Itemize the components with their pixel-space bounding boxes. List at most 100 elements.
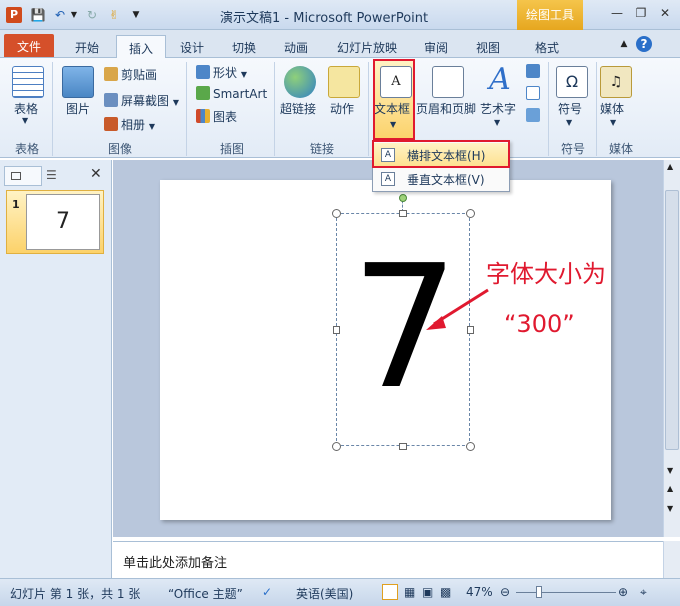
- zoom-slider[interactable]: [516, 592, 616, 593]
- slide-number-label: 1: [12, 198, 20, 211]
- chart-button[interactable]: 图表: [196, 108, 237, 125]
- smartart-label: SmartArt: [213, 87, 268, 101]
- scroll-thumb[interactable]: [665, 190, 679, 450]
- symbol-icon: Ω: [556, 66, 588, 98]
- powerpoint-app-icon[interactable]: P: [6, 7, 22, 23]
- group-separator: [274, 62, 275, 156]
- media-dropdown-icon[interactable]: ▼: [610, 118, 616, 127]
- horizontal-textbox-red-highlight: [372, 140, 510, 168]
- zoom-in-icon[interactable]: ⊕: [618, 585, 628, 599]
- table-dropdown-icon[interactable]: ▼: [22, 116, 28, 125]
- group-separator: [548, 62, 549, 156]
- header-footer-button[interactable]: 页眉和页脚: [416, 100, 476, 117]
- symbol-dropdown-icon[interactable]: ▼: [566, 118, 572, 127]
- customize-toolbar-icon[interactable]: ▼: [128, 7, 144, 23]
- shapes-dropdown-icon: ▼: [240, 70, 247, 79]
- resize-handle-ne[interactable]: [466, 209, 475, 218]
- group-separator: [186, 62, 187, 156]
- minimize-ribbon-icon[interactable]: ▲: [616, 36, 632, 52]
- smartart-button[interactable]: SmartArt: [196, 86, 267, 101]
- picture-icon: [62, 66, 94, 98]
- symbol-button[interactable]: 符号: [558, 100, 582, 117]
- wordart-dropdown-icon[interactable]: ▼: [494, 118, 500, 127]
- menu-item-vertical-textbox[interactable]: A 垂直文本框(V): [373, 167, 509, 191]
- normal-view-icon[interactable]: [382, 584, 398, 600]
- resize-handle-s[interactable]: [399, 443, 407, 450]
- resize-handle-se[interactable]: [466, 442, 475, 451]
- screenshot-label: 屏幕截图: [121, 94, 170, 108]
- restore-icon[interactable]: ❐: [630, 6, 652, 24]
- slides-tab[interactable]: [4, 166, 42, 186]
- fit-to-window-icon[interactable]: ⌖: [640, 585, 647, 600]
- album-icon: [104, 117, 118, 131]
- group-label-links: 链接: [309, 142, 334, 156]
- next-slide-icon[interactable]: ▼: [667, 504, 673, 513]
- scroll-down-icon[interactable]: ▼: [667, 466, 673, 475]
- tab-review[interactable]: 审阅: [414, 35, 458, 58]
- rotation-handle[interactable]: [399, 194, 407, 202]
- previous-slide-icon[interactable]: ▲: [667, 484, 673, 493]
- minimize-icon[interactable]: —: [606, 6, 628, 24]
- action-icon: [328, 66, 360, 98]
- resize-handle-nw[interactable]: [332, 209, 341, 218]
- resize-handle-n[interactable]: [399, 210, 407, 217]
- scroll-up-icon[interactable]: ▲: [667, 162, 673, 171]
- vertical-textbox-label: 垂直文本框(V): [407, 173, 485, 187]
- slide-number-icon: [526, 86, 540, 100]
- save-icon[interactable]: 💾: [30, 7, 46, 23]
- slide-count-status: 幻灯片 第 1 张，共 1 张: [10, 587, 141, 601]
- date-time-button[interactable]: [526, 64, 543, 79]
- shapes-button[interactable]: 形状 ▼: [196, 64, 247, 81]
- screenshot-button[interactable]: 屏幕截图 ▼: [104, 92, 179, 109]
- tab-animations[interactable]: 动画: [274, 35, 318, 58]
- album-button[interactable]: 相册 ▼: [104, 116, 155, 133]
- window-title: 演示文稿1 - Microsoft PowerPoint: [220, 11, 429, 26]
- group-label-illustrations: 插图: [219, 142, 244, 156]
- undo-dropdown-icon[interactable]: ▼: [66, 7, 82, 23]
- table-button[interactable]: 表格: [14, 100, 38, 117]
- annotation-arrow: [426, 288, 489, 330]
- group-separator: [596, 62, 597, 156]
- zoom-level[interactable]: 47%: [466, 585, 493, 599]
- chart-icon: [196, 109, 210, 123]
- tab-format[interactable]: 格式: [522, 35, 572, 58]
- spellcheck-icon[interactable]: ✓: [262, 585, 272, 599]
- group-separator: [52, 62, 53, 156]
- tab-transitions[interactable]: 切换: [222, 35, 266, 58]
- tab-home[interactable]: 开始: [62, 35, 112, 58]
- resize-handle-sw[interactable]: [332, 442, 341, 451]
- media-button[interactable]: 媒体: [600, 100, 624, 117]
- action-button[interactable]: 动作: [330, 100, 354, 117]
- object-button[interactable]: [526, 108, 543, 123]
- touch-mode-icon[interactable]: ✌: [106, 7, 122, 23]
- wordart-button[interactable]: 艺术字: [480, 100, 516, 117]
- clipart-button[interactable]: 剪贴画: [104, 66, 157, 83]
- notes-scrollbar[interactable]: [663, 541, 680, 578]
- slideshow-icon[interactable]: ▩: [440, 585, 451, 599]
- picture-button[interactable]: 图片: [66, 100, 90, 117]
- vertical-scrollbar[interactable]: ▲ ▼ ▲ ▼: [663, 160, 680, 537]
- outline-tab-icon[interactable]: ☰: [46, 168, 57, 182]
- tab-view[interactable]: 视图: [466, 35, 510, 58]
- redo-icon[interactable]: ↻: [84, 7, 100, 23]
- zoom-slider-thumb[interactable]: [536, 586, 542, 598]
- tab-file[interactable]: 文件: [4, 34, 54, 57]
- tab-insert[interactable]: 插入: [116, 35, 166, 59]
- slide-number-button[interactable]: [526, 86, 543, 101]
- hyperlink-button[interactable]: 超链接: [280, 100, 316, 117]
- help-icon[interactable]: ?: [636, 36, 652, 52]
- slide-sorter-icon[interactable]: ▦: [404, 585, 415, 599]
- tab-slideshow[interactable]: 幻灯片放映: [330, 35, 404, 58]
- zoom-out-icon[interactable]: ⊖: [500, 585, 510, 599]
- close-pane-icon[interactable]: ✕: [90, 166, 102, 182]
- drawing-tools-context-label: 绘图工具: [517, 0, 583, 30]
- slide-thumbnail[interactable]: 7: [26, 194, 100, 250]
- clipart-icon: [104, 67, 118, 81]
- tab-design[interactable]: 设计: [170, 35, 214, 58]
- slides-pane: ☰ ✕ 1 7: [0, 160, 112, 578]
- notes-pane[interactable]: 单击此处添加备注: [113, 541, 663, 578]
- resize-handle-w[interactable]: [333, 326, 340, 334]
- language-status[interactable]: 英语(美国): [296, 585, 353, 602]
- close-icon[interactable]: ✕: [654, 6, 676, 24]
- reading-view-icon[interactable]: ▣: [422, 585, 433, 599]
